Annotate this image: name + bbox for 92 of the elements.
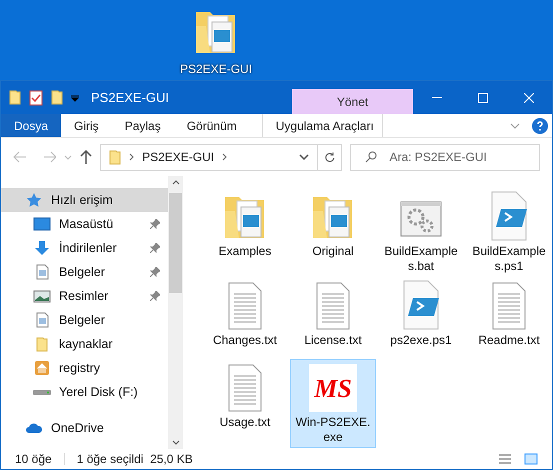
file-item[interactable]: License.txt xyxy=(290,277,376,359)
file-item[interactable]: ps2exe.ps1 xyxy=(378,277,464,359)
nav-label: İndirilenler xyxy=(59,240,118,257)
file-item[interactable]: MS Win-PS2EXE.exe xyxy=(290,359,376,448)
nav-label: Belgeler xyxy=(59,312,106,329)
folder-icon xyxy=(109,150,122,164)
registry-icon xyxy=(33,360,51,376)
up-arrow-icon[interactable] xyxy=(80,150,92,164)
scroll-up-icon[interactable] xyxy=(172,180,180,185)
nav-item[interactable]: Yerel Disk (F:) xyxy=(1,380,168,404)
file-item[interactable]: BuildExamples.ps1 xyxy=(466,188,552,277)
nav-item[interactable]: OneDrive xyxy=(1,416,168,440)
nav-item[interactable]: Masaüstü xyxy=(1,212,168,236)
details-view-icon[interactable] xyxy=(498,453,512,465)
item-count: 10 öğe xyxy=(15,451,52,468)
refresh-icon xyxy=(324,152,336,162)
picture-icon xyxy=(33,288,51,304)
file-name: Changes.txt xyxy=(212,333,278,348)
file-name: BuildExamples.ps1 xyxy=(471,244,547,274)
text-file-icon xyxy=(227,364,263,412)
nav-label: Belgeler xyxy=(59,264,106,281)
chevron-down-icon[interactable] xyxy=(298,154,309,160)
chevron-right-icon xyxy=(222,153,228,161)
dropdown-caret-icon[interactable] xyxy=(71,94,79,102)
window-title: PS2EXE-GUI xyxy=(91,88,170,107)
help-icon[interactable] xyxy=(532,118,548,134)
nav-label: OneDrive xyxy=(51,420,105,437)
down-arrow-icon xyxy=(33,240,51,256)
nav-label: Resimler xyxy=(59,288,110,305)
file-name: ps2exe.ps1 xyxy=(389,333,453,348)
scroll-down-icon[interactable] xyxy=(172,440,180,445)
file-name: Readme.txt xyxy=(477,333,541,348)
file-name: BuildExamples.bat xyxy=(383,244,459,274)
logo-text: MS xyxy=(314,372,352,404)
large-icons-view-icon[interactable] xyxy=(524,453,538,465)
back-arrow-icon[interactable] xyxy=(13,151,27,163)
file-item[interactable]: Examples xyxy=(202,188,288,277)
selection-info: 1 öğe seçildi 25,0 KB xyxy=(76,451,193,468)
maximize-icon xyxy=(478,92,488,102)
search-placeholder: Ara: PS2EXE-GUI xyxy=(389,149,487,166)
folder-icon xyxy=(9,90,21,105)
file-name: Original xyxy=(311,244,355,259)
minimize-icon xyxy=(432,97,442,98)
ribbon-tab[interactable]: Giriş xyxy=(61,114,112,137)
properties-icon xyxy=(29,90,43,106)
text-file-icon xyxy=(491,282,527,330)
nav-label: kaynaklar xyxy=(59,336,114,353)
nav-item[interactable]: Belgeler xyxy=(1,260,168,284)
ribbon-tab[interactable]: Görünüm xyxy=(174,114,250,137)
file-name: Usage.txt xyxy=(218,415,272,430)
nav-label: Hızlı erişim xyxy=(51,192,114,209)
file-name: License.txt xyxy=(303,333,363,348)
search-icon xyxy=(365,151,378,163)
ribbon-tab[interactable]: Paylaş xyxy=(112,114,174,137)
nav-item[interactable]: Resimler xyxy=(1,284,168,308)
ribbon-tab[interactable]: Uygulama Araçları xyxy=(262,114,383,137)
file-item[interactable]: Original xyxy=(290,188,376,277)
text-file-icon xyxy=(315,282,351,330)
refresh-button[interactable] xyxy=(318,144,342,170)
scrollbar[interactable] xyxy=(168,176,183,449)
file-item[interactable]: Changes.txt xyxy=(202,277,288,359)
desktop-icon-label[interactable]: PS2EXE-GUI xyxy=(180,60,252,78)
ribbon-tab[interactable]: Dosya xyxy=(1,114,62,137)
text-file-icon xyxy=(227,282,263,330)
monitor-icon xyxy=(33,216,51,232)
forward-arrow-icon[interactable] xyxy=(42,151,56,163)
nav-item[interactable]: kaynaklar xyxy=(1,332,168,356)
address-path: PS2EXE-GUI xyxy=(142,149,214,166)
new-folder-icon xyxy=(51,90,63,105)
nav-item[interactable]: Hızlı erişim xyxy=(1,188,168,212)
address-bar[interactable]: PS2EXE-GUI xyxy=(100,144,318,170)
file-item[interactable]: Readme.txt xyxy=(466,277,552,359)
file-item[interactable]: BuildExamples.bat xyxy=(378,188,464,277)
file-item[interactable]: Usage.txt xyxy=(202,359,288,448)
powershell-file-icon xyxy=(489,191,529,241)
powershell-file-icon xyxy=(401,280,441,330)
nav-item[interactable]: Belgeler xyxy=(1,308,168,332)
star-icon xyxy=(25,192,43,208)
nav-label: Yerel Disk (F:) xyxy=(59,384,139,401)
nav-item[interactable]: İndirilenler xyxy=(1,236,168,260)
caret-icon[interactable] xyxy=(64,154,72,160)
close-icon xyxy=(524,92,534,102)
folder-icon xyxy=(36,336,48,352)
drive-icon xyxy=(33,390,51,394)
nav-item[interactable]: registry xyxy=(1,356,168,380)
file-name: Win-PS2EXE.exe xyxy=(295,415,371,445)
context-tab-header: Yönet xyxy=(292,89,414,114)
file-name: Examples xyxy=(218,244,272,259)
chevron-right-icon xyxy=(129,153,134,161)
search-field[interactable]: Ara: PS2EXE-GUI xyxy=(350,144,540,170)
nav-label: Masaüstü xyxy=(59,216,114,233)
nav-label: registry xyxy=(59,360,101,377)
